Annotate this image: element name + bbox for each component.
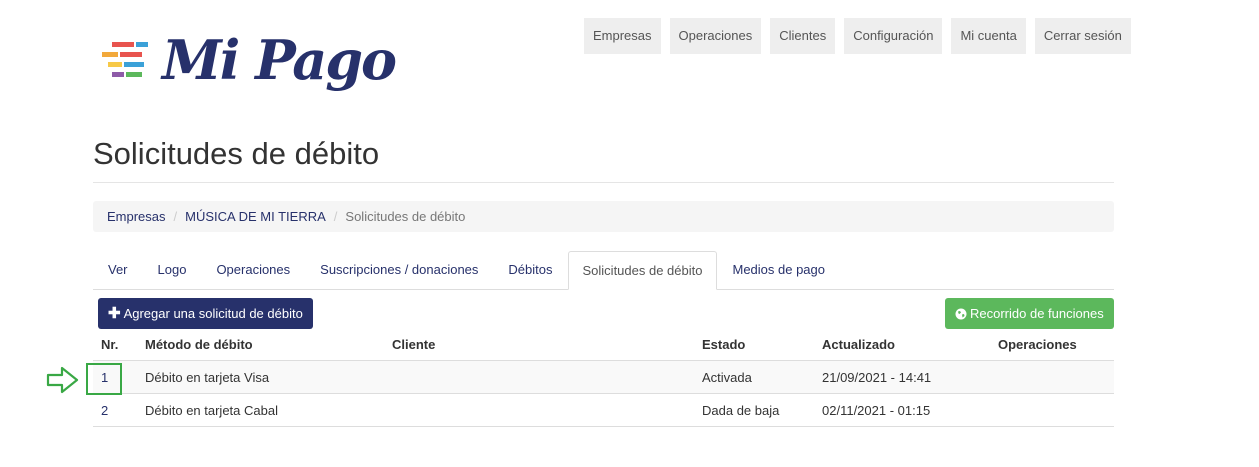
nav-clientes[interactable]: Clientes [770,18,836,54]
row-actualizado: 21/09/2021 - 14:41 [814,360,990,394]
row-cliente [384,360,694,394]
globe-icon [955,308,967,319]
page-title: Solicitudes de débito [93,136,380,171]
feature-tour-button[interactable]: Recorrido de funciones [945,298,1114,329]
tab-solicitudes-de-debito[interactable]: Solicitudes de débito [567,251,718,290]
breadcrumb-separator: / [173,209,178,224]
breadcrumb-empresa[interactable]: MÚSICA DE MI TIERRA [185,201,326,232]
arrow-right-pointer-icon [46,366,79,394]
col-operaciones: Operaciones [990,328,1114,361]
row-estado: Activada [694,360,814,394]
col-metodo: Método de débito [137,328,384,361]
tab-bar: Ver Logo Operaciones Suscripciones / don… [93,251,1114,290]
row-estado: Dada de baja [694,393,814,427]
tab-ver[interactable]: Ver [93,251,143,289]
row-cliente [384,393,694,427]
row-highlight-box [86,363,122,395]
table-row: 1 Débito en tarjeta Visa Activada 21/09/… [93,360,1114,394]
title-divider [93,182,1114,183]
breadcrumb-current: Solicitudes de débito [345,209,466,224]
brand-name: Mi Pago [162,28,397,92]
tab-suscripciones[interactable]: Suscripciones / donaciones [305,251,493,289]
nav-operaciones[interactable]: Operaciones [669,18,762,54]
col-estado: Estado [694,328,814,361]
breadcrumb-separator: / [333,209,338,224]
add-debit-request-button[interactable]: ✚ Agregar una solicitud de débito [98,298,313,329]
breadcrumb-empresas[interactable]: Empresas [107,201,166,232]
plus-icon: ✚ [108,305,121,322]
nav-configuracion[interactable]: Configuración [844,18,943,54]
tab-logo[interactable]: Logo [143,251,202,289]
col-actualizado: Actualizado [814,328,990,361]
col-nr: Nr. [93,328,137,361]
row-actualizado: 02/11/2021 - 01:15 [814,393,990,427]
tab-medios-de-pago[interactable]: Medios de pago [717,251,840,289]
tab-operaciones[interactable]: Operaciones [201,251,305,289]
table-header-row: Nr. Método de débito Cliente Estado Actu… [93,328,1114,361]
tab-debitos[interactable]: Débitos [493,251,567,289]
feature-tour-label: Recorrido de funciones [970,306,1104,321]
breadcrumb: Empresas / MÚSICA DE MI TIERRA / Solicit… [93,201,1114,232]
logo-stripes-icon [102,42,148,77]
row-nr: 2 [93,393,137,427]
row-nr-link[interactable]: 2 [101,403,108,418]
nav-mi-cuenta[interactable]: Mi cuenta [951,18,1026,54]
row-operaciones [990,360,1114,394]
table-row: 2 Débito en tarjeta Cabal Dada de baja 0… [93,393,1114,427]
col-cliente: Cliente [384,328,694,361]
row-operaciones [990,393,1114,427]
row-metodo: Débito en tarjeta Cabal [137,393,384,427]
add-debit-request-label: Agregar una solicitud de débito [123,306,303,321]
nav-cerrar-sesion[interactable]: Cerrar sesión [1034,18,1131,54]
debit-requests-table: Nr. Método de débito Cliente Estado Actu… [93,328,1114,427]
top-navigation: Empresas Operaciones Clientes Configurac… [584,18,1140,54]
brand-logo[interactable]: Mi Pago [98,28,397,98]
row-metodo: Débito en tarjeta Visa [137,360,384,394]
nav-empresas[interactable]: Empresas [584,18,661,54]
